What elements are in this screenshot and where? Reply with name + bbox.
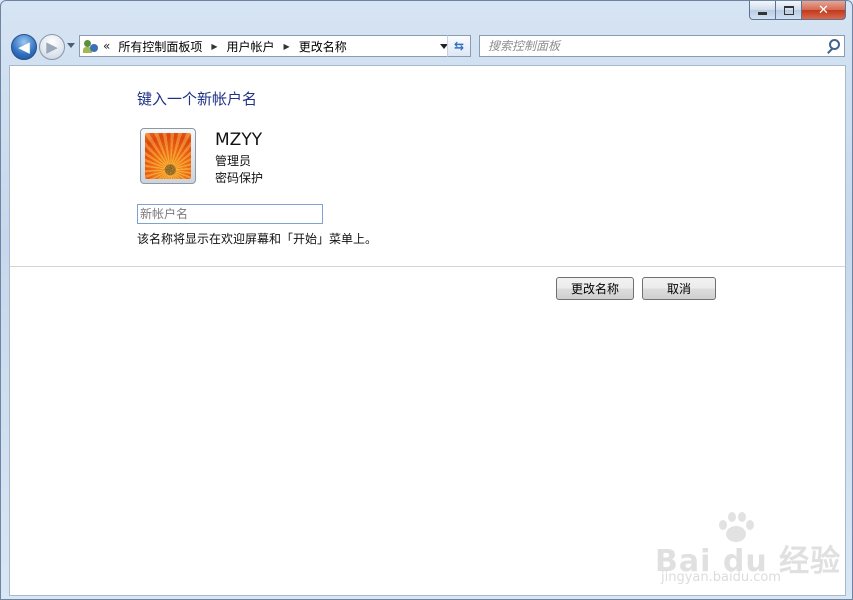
breadcrumb-overflow[interactable]: «	[103, 39, 110, 53]
maximize-icon	[783, 5, 794, 15]
account-name: MZYY	[215, 130, 263, 150]
close-button[interactable]: ✕	[802, 1, 846, 20]
new-account-name-input[interactable]	[137, 204, 323, 224]
change-name-button[interactable]: 更改名称	[556, 277, 634, 300]
search-input[interactable]	[480, 37, 824, 55]
breadcrumb-separator-icon[interactable]: ▶	[284, 42, 290, 51]
content-pane: 键入一个新帐户名 MZYY 管理员 密码保护 该名称将显示在欢迎屏幕和「开始」菜…	[9, 65, 846, 596]
account-picture	[140, 128, 196, 184]
minimize-icon	[758, 11, 767, 15]
back-button[interactable]: ◀	[11, 34, 37, 60]
caption-buttons: ✕	[749, 1, 846, 20]
refresh-icon: ⇆	[453, 39, 465, 53]
breadcrumb-change-name[interactable]: 更改名称	[299, 38, 347, 55]
page-title: 键入一个新帐户名	[137, 90, 258, 108]
close-icon: ✕	[818, 2, 829, 18]
account-type: 管理员	[215, 154, 252, 168]
baidu-watermark: Bai du 经验 jingyan.baidu.com	[655, 510, 840, 585]
refresh-button[interactable]: ⇆	[447, 35, 471, 57]
search-icon[interactable]	[824, 38, 840, 54]
watermark-url: jingyan.baidu.com	[661, 570, 781, 585]
flower-picture-icon	[145, 133, 191, 179]
control-panel-window: ✕ ◀ ▶ « 所有控制面板项 ▶ 用户帐户 ▶ 更改名称 ⇆ 搜索控制面板 键…	[0, 0, 853, 600]
divider	[10, 266, 845, 267]
breadcrumb-all-control-panel-items[interactable]: 所有控制面板项	[118, 38, 202, 55]
minimize-button[interactable]	[749, 1, 776, 20]
address-bar[interactable]: « 所有控制面板项 ▶ 用户帐户 ▶ 更改名称	[79, 35, 471, 57]
user-accounts-icon	[83, 38, 99, 54]
navigation-bar: ◀ ▶ « 所有控制面板项 ▶ 用户帐户 ▶ 更改名称 ⇆	[9, 31, 847, 63]
cancel-button[interactable]: 取消	[642, 277, 716, 300]
back-arrow-icon: ◀	[18, 37, 30, 56]
name-hint-text: 该名称将显示在欢迎屏幕和「开始」菜单上。	[137, 232, 378, 246]
forward-button[interactable]: ▶	[39, 34, 65, 60]
maximize-button[interactable]	[776, 1, 802, 20]
account-password-status: 密码保护	[215, 171, 264, 185]
search-box[interactable]	[479, 35, 845, 57]
breadcrumb-user-accounts[interactable]: 用户帐户	[227, 38, 275, 55]
recent-pages-dropdown-icon[interactable]	[67, 43, 75, 48]
breadcrumb-separator-icon[interactable]: ▶	[211, 42, 217, 51]
forward-arrow-icon: ▶	[46, 37, 58, 56]
